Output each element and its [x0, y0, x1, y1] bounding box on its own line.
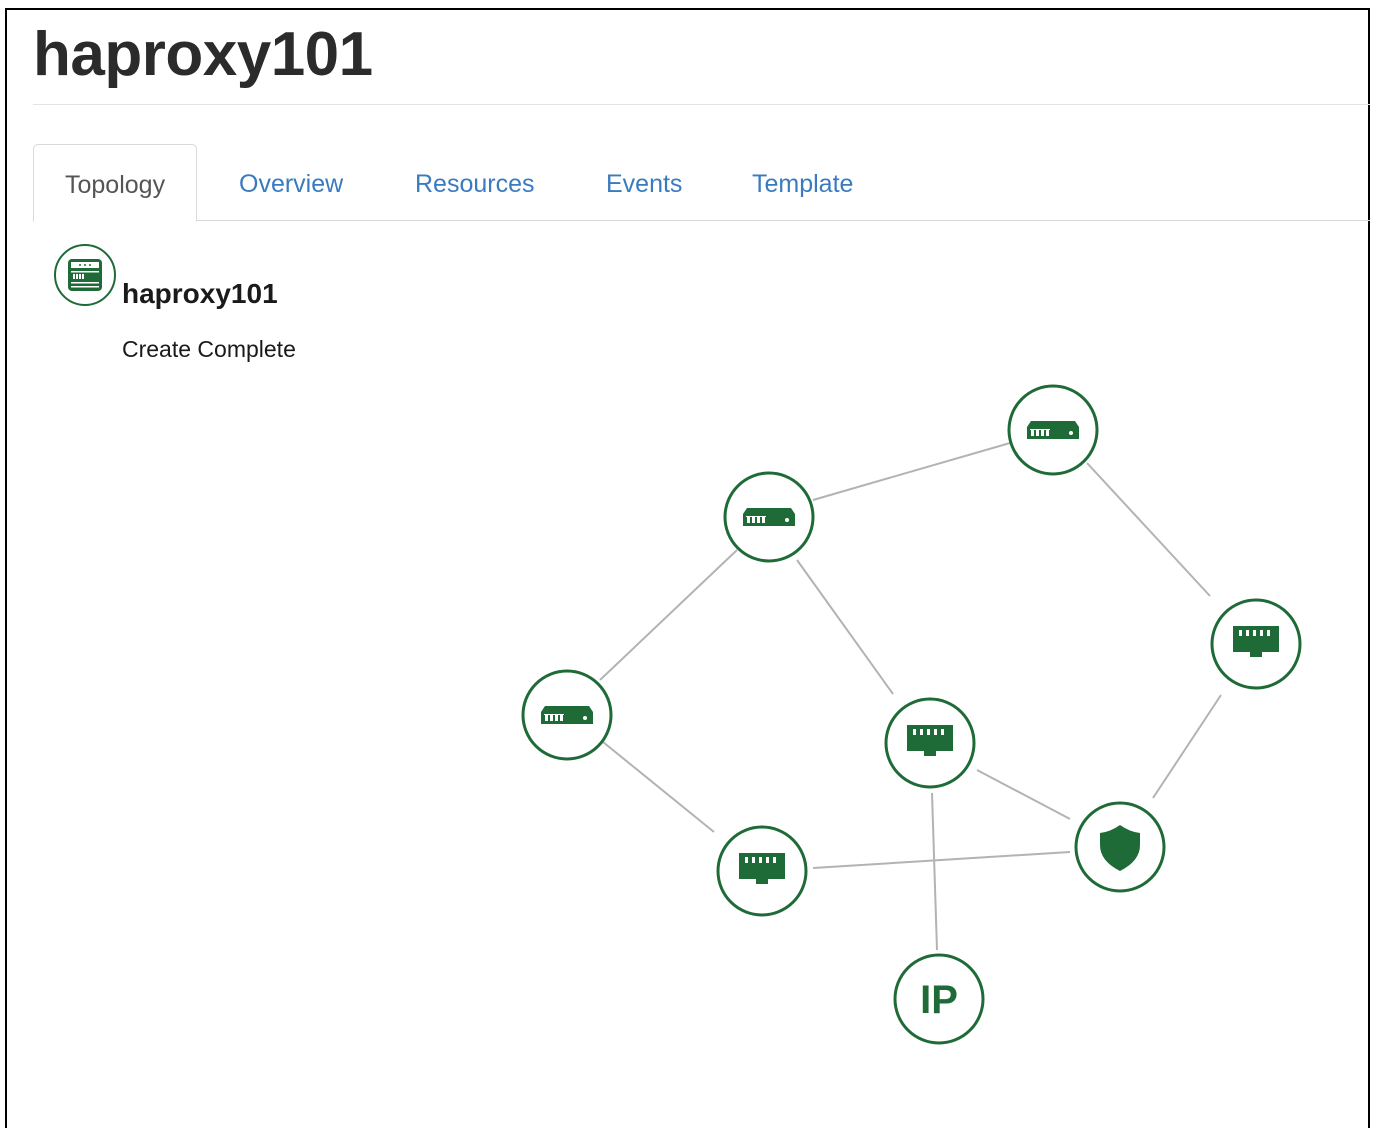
- topology-node-port-center[interactable]: [884, 697, 976, 789]
- topology-node-floating-ip[interactable]: IP: [893, 953, 985, 1045]
- ip-icon: IP: [920, 978, 958, 1022]
- edge-server-mid-server-top: [812, 442, 1011, 501]
- topology-node-server-left[interactable]: [521, 669, 613, 761]
- topology-node-port-bottom[interactable]: [716, 825, 808, 917]
- edge-server-mid-server-left: [599, 549, 738, 681]
- topology-node-server-top[interactable]: [1007, 384, 1099, 476]
- edge-server-mid-port-center: [796, 559, 894, 695]
- edge-server-top-port-right: [1086, 462, 1211, 597]
- edge-port-right-secgroup: [1152, 694, 1222, 799]
- edge-port-center-secgroup: [976, 769, 1071, 820]
- edge-port-bottom-secgroup: [812, 851, 1071, 869]
- edge-port-center-floating-ip: [931, 792, 938, 951]
- server-icon: [541, 706, 593, 724]
- topology-node-server-mid[interactable]: [723, 471, 815, 563]
- edge-server-left-port-bottom: [602, 741, 715, 833]
- topology-node-port-right[interactable]: [1210, 598, 1302, 690]
- topology-node-secgroup[interactable]: [1074, 801, 1166, 893]
- server-icon: [1027, 421, 1079, 439]
- topology-graph: IP: [521, 384, 1302, 1045]
- server-icon: [743, 508, 795, 526]
